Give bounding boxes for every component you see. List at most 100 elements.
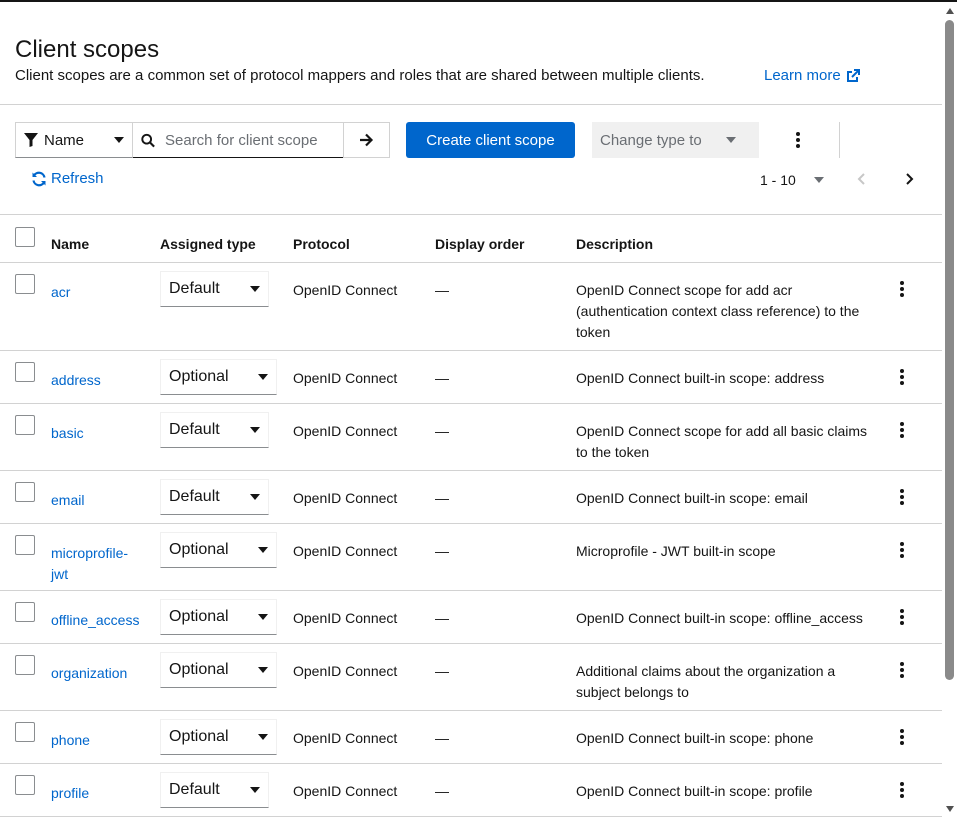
client-scope-link[interactable]: phone (51, 730, 146, 751)
protocol-cell: OpenID Connect (293, 663, 398, 679)
client-scope-link[interactable]: offline_access (51, 610, 146, 631)
assigned-type-select[interactable]: Optional (160, 532, 277, 568)
scroll-up-arrow-icon[interactable] (946, 8, 954, 14)
protocol-cell: OpenID Connect (293, 543, 398, 559)
caret-down-icon (250, 787, 260, 793)
toolbar-kebab-button[interactable] (790, 128, 806, 152)
toolbar-separator (839, 122, 840, 158)
create-client-scope-button[interactable]: Create client scope (406, 122, 575, 158)
row-actions-kebab[interactable] (894, 607, 910, 627)
kebab-icon (900, 609, 904, 625)
table-row: profile Default OpenID Connect — OpenID … (0, 764, 942, 817)
row-actions-kebab[interactable] (894, 420, 910, 440)
assigned-type-select[interactable]: Optional (160, 719, 277, 755)
assigned-type-value: Optional (169, 541, 229, 558)
next-page-button[interactable] (903, 171, 915, 187)
client-scope-link[interactable]: acr (51, 282, 146, 303)
row-checkbox[interactable] (15, 602, 35, 622)
arrow-right-icon (360, 133, 374, 147)
client-scope-link[interactable]: microprofile-jwt (51, 543, 136, 585)
search-submit-button[interactable] (343, 122, 390, 158)
top-border (0, 0, 957, 2)
row-actions-kebab[interactable] (894, 660, 910, 680)
caret-down-icon (250, 494, 260, 500)
assigned-type-value: Optional (169, 661, 229, 678)
row-checkbox[interactable] (15, 415, 35, 435)
client-scope-link[interactable]: email (51, 490, 146, 511)
display-order-cell: — (435, 730, 449, 746)
description-cell: OpenID Connect built-in scope: phone (576, 730, 814, 746)
row-checkbox[interactable] (15, 362, 35, 382)
search-input[interactable] (165, 131, 335, 149)
row-checkbox[interactable] (15, 722, 35, 742)
row-checkbox[interactable] (15, 482, 35, 502)
filter-dropdown[interactable]: Name (15, 122, 133, 158)
caret-down-icon (258, 374, 268, 380)
chevron-right-icon (906, 173, 914, 185)
table-row: organization Optional OpenID Connect — A… (0, 644, 942, 711)
learn-more-link[interactable]: Learn more (764, 67, 861, 84)
scroll-thumb[interactable] (945, 20, 954, 680)
refresh-icon (32, 171, 46, 186)
page-header: Client scopes (15, 35, 159, 65)
caret-down-icon (258, 667, 268, 673)
kebab-icon (900, 542, 904, 558)
table-row: microprofile-jwt Optional OpenID Connect… (0, 524, 942, 591)
protocol-cell: OpenID Connect (293, 730, 398, 746)
client-scope-link[interactable]: profile (51, 783, 146, 804)
caret-down-icon (258, 734, 268, 740)
column-header-description: Description (576, 236, 654, 252)
row-checkbox[interactable] (15, 274, 35, 294)
row-checkbox[interactable] (15, 655, 35, 675)
display-order-cell: — (435, 663, 449, 679)
pagination-toggle[interactable]: 1 - 10 (760, 172, 824, 188)
vertical-scrollbar[interactable] (942, 2, 957, 818)
kebab-icon (796, 132, 800, 148)
description-cell: OpenID Connect built-in scope: offline_a… (576, 610, 863, 626)
table-row: email Default OpenID Connect — OpenID Co… (0, 471, 942, 524)
kebab-icon (900, 782, 904, 798)
assigned-type-select[interactable]: Default (160, 271, 269, 307)
description-cell: OpenID Connect scope for add all basic c… (576, 423, 868, 460)
column-header-protocol[interactable]: Protocol (293, 236, 350, 252)
row-actions-kebab[interactable] (894, 367, 910, 387)
row-actions-kebab[interactable] (894, 727, 910, 747)
pagination-range: 1 - 10 (760, 172, 796, 188)
page-title: Client scopes (15, 36, 160, 63)
column-header-name[interactable]: Name (51, 236, 89, 252)
table-header: Name Assigned type Protocol Display orde… (0, 215, 942, 263)
row-checkbox[interactable] (15, 535, 35, 555)
caret-down-icon (258, 547, 268, 553)
row-checkbox[interactable] (15, 775, 35, 795)
change-type-dropdown[interactable]: Change type to (592, 122, 759, 158)
client-scope-link[interactable]: organization (51, 663, 146, 684)
row-actions-kebab[interactable] (894, 780, 910, 800)
kebab-icon (900, 489, 904, 505)
assigned-type-select[interactable]: Default (160, 479, 269, 515)
row-actions-kebab[interactable] (894, 487, 910, 507)
assigned-type-select[interactable]: Optional (160, 599, 277, 635)
assigned-type-select[interactable]: Default (160, 772, 269, 808)
assigned-type-select[interactable]: Default (160, 412, 269, 448)
scroll-down-arrow-icon[interactable] (946, 806, 954, 812)
client-scope-link[interactable]: address (51, 370, 146, 391)
column-header-display-order[interactable]: Display order (435, 236, 524, 252)
toolbar: Name (15, 122, 390, 158)
table-row: phone Optional OpenID Connect — OpenID C… (0, 711, 942, 764)
caret-down-icon (725, 137, 736, 143)
client-scope-link[interactable]: basic (51, 423, 146, 444)
previous-page-button[interactable] (856, 171, 868, 187)
column-header-assigned-type[interactable]: Assigned type (160, 236, 256, 252)
kebab-icon (900, 662, 904, 678)
assigned-type-value: Default (169, 488, 220, 505)
protocol-cell: OpenID Connect (293, 783, 398, 799)
display-order-cell: — (435, 370, 449, 386)
assigned-type-value: Default (169, 781, 220, 798)
row-actions-kebab[interactable] (894, 540, 910, 560)
assigned-type-value: Default (169, 421, 220, 438)
select-all-checkbox[interactable] (15, 227, 35, 247)
assigned-type-select[interactable]: Optional (160, 359, 277, 395)
refresh-button[interactable]: Refresh (31, 170, 104, 187)
assigned-type-select[interactable]: Optional (160, 652, 277, 688)
row-actions-kebab[interactable] (894, 279, 910, 299)
